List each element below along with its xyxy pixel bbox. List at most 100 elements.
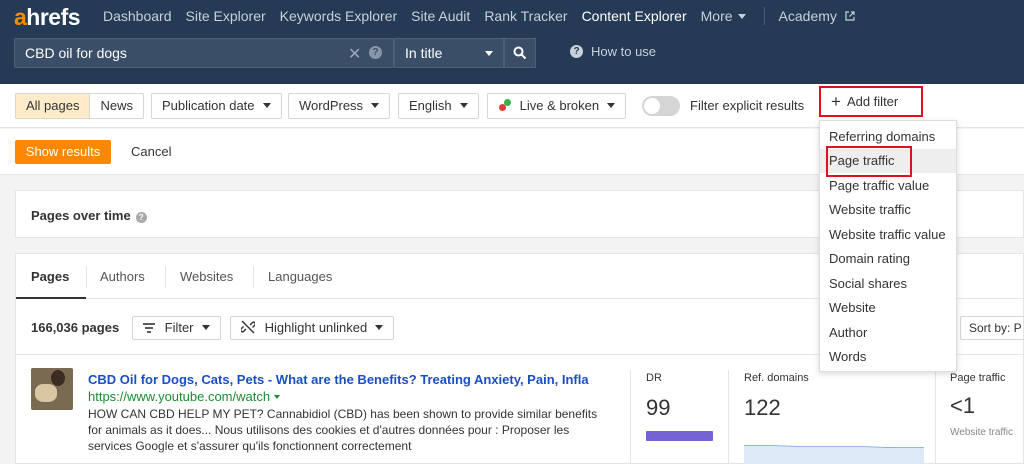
pages-over-time-label: Pages over time	[31, 208, 131, 223]
result-thumbnail[interactable]	[31, 368, 73, 410]
chevron-down-icon	[371, 103, 380, 108]
news-toggle[interactable]: News	[90, 94, 143, 118]
nav-dashboard[interactable]: Dashboard	[103, 8, 172, 24]
column-divider	[630, 370, 631, 464]
tab-languages[interactable]: Languages	[268, 269, 332, 284]
menu-item-social-shares[interactable]: Social shares	[820, 272, 956, 296]
result-title-link[interactable]: CBD Oil for Dogs, Cats, Pets - What are …	[88, 372, 589, 387]
column-divider	[935, 370, 936, 464]
highlight-unlinked-dropdown[interactable]: Highlight unlinked	[230, 316, 395, 340]
menu-item-website-traffic-value[interactable]: Website traffic value	[820, 223, 956, 247]
dr-label: DR	[646, 372, 662, 384]
column-divider	[728, 370, 729, 464]
unlink-icon	[240, 320, 256, 334]
publication-date-label: Publication date	[162, 98, 255, 113]
tab-divider	[165, 266, 166, 288]
ref-domains-label: Ref. domains	[744, 372, 809, 384]
live-broken-dropdown[interactable]: Live & broken	[487, 93, 627, 119]
nav-academy-label: Academy	[778, 8, 837, 24]
page-type-segment: All pages News	[15, 93, 144, 119]
tab-pages[interactable]: Pages	[31, 269, 69, 284]
nav-divider	[763, 7, 765, 25]
menu-item-website[interactable]: Website	[820, 296, 956, 320]
ref-domains-value[interactable]: 122	[744, 395, 781, 421]
result-url-link[interactable]: https://www.youtube.com/watch	[88, 389, 281, 404]
chevron-down-icon	[485, 51, 493, 56]
explicit-results-toggle[interactable]	[642, 96, 680, 116]
tab-authors[interactable]: Authors	[100, 269, 145, 284]
platform-label: WordPress	[299, 98, 364, 113]
thumbnail-person	[51, 370, 65, 386]
nav-site-audit[interactable]: Site Audit	[411, 8, 470, 24]
cancel-button[interactable]: Cancel	[131, 144, 171, 159]
how-to-use-label: How to use	[591, 44, 657, 59]
active-tab-indicator	[16, 297, 86, 299]
help-icon[interactable]: ?	[135, 212, 147, 223]
sort-by-dropdown[interactable]: Sort by: P	[960, 316, 1024, 340]
tab-websites[interactable]: Websites	[180, 269, 233, 284]
add-filter-button[interactable]: + Add filter	[819, 86, 923, 117]
language-dropdown[interactable]: English	[398, 93, 479, 119]
search-mode-select[interactable]: In title	[394, 38, 504, 68]
search-input[interactable]	[15, 39, 345, 67]
results-filter-button[interactable]: Filter	[132, 316, 221, 340]
menu-item-domain-rating[interactable]: Domain rating	[820, 247, 956, 271]
tab-divider	[86, 266, 87, 288]
all-pages-toggle[interactable]: All pages	[16, 94, 91, 118]
publication-date-dropdown[interactable]: Publication date	[151, 93, 282, 119]
external-link-icon	[845, 11, 855, 21]
result-description: HOW CAN CBD HELP MY PET? Cannabidiol (CB…	[88, 407, 598, 453]
nav-academy[interactable]: Academy	[779, 8, 855, 24]
dr-bar	[646, 431, 713, 441]
link-status-icon	[499, 99, 511, 111]
menu-item-words[interactable]: Words	[820, 345, 956, 369]
filter-icon	[143, 323, 155, 333]
chevron-down-icon	[201, 325, 210, 330]
result-url-label: https://www.youtube.com/watch	[88, 389, 271, 404]
page-traffic-label: Page traffic	[950, 372, 1006, 384]
ahrefs-logo[interactable]: ahrefs	[14, 4, 81, 31]
chevron-down-icon	[737, 14, 746, 19]
search-button[interactable]	[504, 38, 536, 68]
add-filter-label: Add filter	[846, 94, 899, 109]
search-mode-label: In title	[405, 45, 443, 61]
tab-divider	[253, 266, 254, 288]
pages-over-time-title: Pages over time?	[31, 208, 147, 223]
chevron-down-icon	[274, 395, 281, 399]
ref-domains-sparkline	[744, 445, 924, 464]
explicit-results-label: Filter explicit results	[690, 98, 805, 113]
chevron-down-icon	[607, 103, 616, 108]
main-nav: Dashboard Site Explorer Keywords Explore…	[103, 7, 869, 25]
platform-dropdown[interactable]: WordPress	[288, 93, 391, 119]
page-traffic-value: <1	[950, 393, 976, 418]
how-to-use-link[interactable]: ? How to use	[570, 44, 656, 59]
menu-item-page-traffic-value[interactable]: Page traffic value	[820, 174, 956, 198]
top-navigation-bar: ahrefs Dashboard Site Explorer Keywords …	[0, 0, 1024, 84]
show-results-button[interactable]: Show results	[15, 140, 111, 164]
chevron-down-icon	[375, 325, 384, 330]
chevron-down-icon	[262, 103, 271, 108]
nav-content-explorer[interactable]: Content Explorer	[582, 8, 687, 24]
menu-item-author[interactable]: Author	[820, 321, 956, 345]
menu-item-website-traffic[interactable]: Website traffic	[820, 198, 956, 222]
nav-site-explorer[interactable]: Site Explorer	[186, 8, 266, 24]
results-filter-label: Filter	[164, 320, 194, 335]
thumbnail-dog	[35, 384, 57, 402]
clear-icon[interactable]: ✕	[348, 44, 361, 64]
search-icon	[513, 46, 527, 60]
nav-more[interactable]: More	[701, 8, 746, 24]
nav-keywords-explorer[interactable]: Keywords Explorer	[280, 8, 398, 24]
search-box: ✕ ?	[14, 38, 394, 68]
help-icon[interactable]: ?	[369, 46, 382, 59]
question-icon: ?	[570, 45, 583, 58]
nav-more-label: More	[700, 8, 733, 24]
live-broken-label: Live & broken	[519, 98, 600, 113]
results-count: 166,036 pages	[31, 320, 120, 335]
nav-rank-tracker[interactable]: Rank Tracker	[484, 8, 567, 24]
language-label: English	[409, 98, 452, 113]
plus-icon: +	[831, 92, 841, 111]
chevron-down-icon	[459, 103, 468, 108]
highlight-unlinked-label: Highlight unlinked	[264, 320, 368, 335]
page-traffic-highlight-box	[826, 146, 912, 177]
dr-value: 99	[646, 395, 671, 420]
